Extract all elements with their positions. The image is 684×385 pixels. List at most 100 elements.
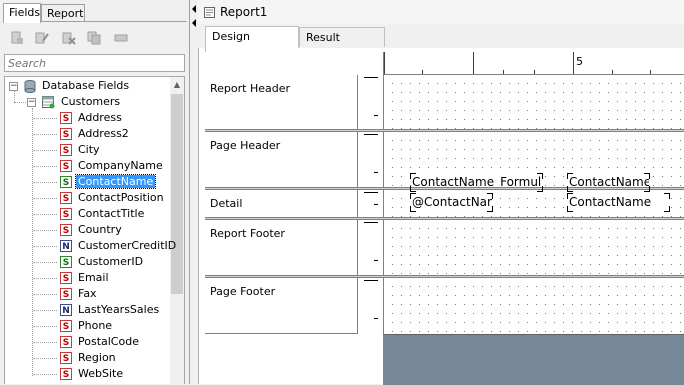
collapse-table-icon[interactable]: − [27, 98, 36, 107]
resize-handle[interactable] [567, 206, 573, 212]
string-field-icon: S [60, 352, 72, 364]
resize-handle[interactable] [487, 193, 493, 199]
resize-handle[interactable] [537, 186, 543, 192]
tree-field-item[interactable]: S Country [60, 222, 124, 238]
tree-field-item[interactable]: S WebSite [60, 366, 125, 382]
collapse-panel-icon-2[interactable] [190, 18, 198, 28]
tree-field-label: ContactTitle [78, 207, 145, 220]
field-text: ContactName [569, 195, 652, 209]
section-label: Page Header [210, 139, 281, 152]
resize-handle[interactable] [664, 206, 670, 212]
section-report-header[interactable]: Report Header [205, 75, 357, 132]
expression-icon[interactable] [114, 31, 128, 45]
database-field-object[interactable]: ContactName [568, 194, 669, 210]
tree-field-item[interactable]: S ContactPosition [60, 190, 166, 206]
tree-field-label: WebSite [78, 367, 124, 380]
string-field-icon: S [60, 112, 72, 124]
key-field-icon: S [60, 176, 72, 188]
edit-icon[interactable] [35, 31, 49, 45]
tree-field-label: Address2 [78, 127, 129, 140]
empty-canvas-area [383, 334, 684, 385]
scroll-up-icon[interactable]: ▲ [170, 77, 184, 93]
resize-handle[interactable] [664, 193, 670, 199]
resize-handle[interactable] [410, 173, 416, 179]
string-field-icon: S [60, 192, 72, 204]
section-label: Detail [210, 197, 243, 210]
tree-field-item[interactable]: S Email [60, 270, 111, 286]
tree-field-label: Address [78, 111, 122, 124]
section-grid[interactable] [383, 220, 684, 275]
vertical-ruler [357, 220, 383, 275]
tree-field-item[interactable]: S Phone [60, 318, 114, 334]
tree-root[interactable]: Database Fields [24, 78, 131, 94]
tree-field-item[interactable]: S Address [60, 110, 124, 126]
add-field-icon[interactable] [10, 31, 24, 45]
numeric-field-icon: N [60, 304, 72, 316]
resize-handle[interactable] [410, 186, 416, 192]
resize-handle[interactable] [567, 186, 573, 192]
tab-result[interactable]: Result [299, 27, 385, 47]
string-field-icon: S [60, 128, 72, 140]
tree-field-item[interactable]: S CompanyName [60, 158, 165, 174]
copy-icon[interactable] [87, 31, 101, 45]
numeric-field-icon: N [60, 240, 72, 252]
tree-field-label: Email [78, 271, 109, 284]
tree-field-label: ContactPosition [78, 191, 164, 204]
string-field-icon: S [60, 160, 72, 172]
tree-field-item[interactable]: S Fax [60, 286, 99, 302]
tree-field-item[interactable]: S ContactTitle [60, 206, 146, 222]
tree-field-label: CustomerID [78, 255, 144, 268]
resize-handle[interactable] [644, 173, 650, 179]
resize-handle[interactable] [410, 206, 416, 212]
panel-splitter[interactable] [190, 0, 198, 384]
tree-field-item[interactable]: S PostalCode [60, 334, 141, 350]
tree-field-item[interactable]: N CustomerCreditID [60, 238, 178, 254]
tab-fields[interactable]: Fields [3, 3, 41, 23]
resize-handle[interactable] [644, 186, 650, 192]
string-field-icon: S [60, 144, 72, 156]
collapse-root-icon[interactable]: − [9, 82, 18, 91]
window-titlebar [198, 0, 684, 25]
vertical-ruler [357, 278, 383, 334]
section-grid[interactable] [383, 278, 684, 334]
string-field-icon: S [60, 224, 72, 236]
resize-handle[interactable] [487, 206, 493, 212]
section-label-filler [205, 334, 383, 384]
field-text: @ContactNam [412, 195, 492, 209]
resize-handle[interactable] [410, 193, 416, 199]
formula-field-object[interactable]: @ContactNam [411, 194, 492, 210]
string-field-icon: S [60, 208, 72, 220]
vertical-ruler [357, 190, 383, 217]
string-field-icon: S [60, 368, 72, 380]
delete-icon[interactable] [62, 31, 76, 45]
tab-report[interactable]: Report [41, 4, 85, 21]
tree-table[interactable]: Customers [42, 94, 122, 110]
tree-field-label: CompanyName [78, 159, 163, 172]
section-detail[interactable]: Detail [205, 190, 357, 220]
table-icon [42, 95, 55, 108]
section-grid[interactable] [383, 75, 684, 129]
tree-field-item[interactable]: S Address2 [60, 126, 131, 142]
tree-field-item[interactable]: S City [60, 142, 102, 158]
tree-field-label: LastYearsSales [78, 303, 160, 316]
section-page-footer[interactable]: Page Footer [205, 278, 357, 334]
collapse-panel-icon[interactable] [190, 4, 198, 14]
search-input[interactable] [4, 54, 185, 72]
section-label: Report Header [210, 82, 291, 95]
resize-handle[interactable] [567, 173, 573, 179]
tree-field-item[interactable]: S CustomerID [60, 254, 145, 270]
key-field-icon: S [60, 256, 72, 268]
resize-handle[interactable] [567, 193, 573, 199]
string-field-icon: S [60, 336, 72, 348]
scroll-thumb[interactable] [171, 94, 183, 294]
vertical-ruler [357, 132, 383, 187]
tab-design[interactable]: Design [205, 26, 299, 48]
section-label: Page Footer [210, 285, 276, 298]
horizontal-ruler: 5 [383, 52, 684, 75]
resize-handle[interactable] [537, 173, 543, 179]
section-report-footer[interactable]: Report Footer [205, 220, 357, 278]
tree-field-item[interactable]: S ContactName [60, 174, 157, 190]
section-page-header[interactable]: Page Header [205, 132, 357, 190]
tree-field-item[interactable]: N LastYearsSales [60, 302, 161, 318]
tree-field-item[interactable]: S Region [60, 350, 118, 366]
